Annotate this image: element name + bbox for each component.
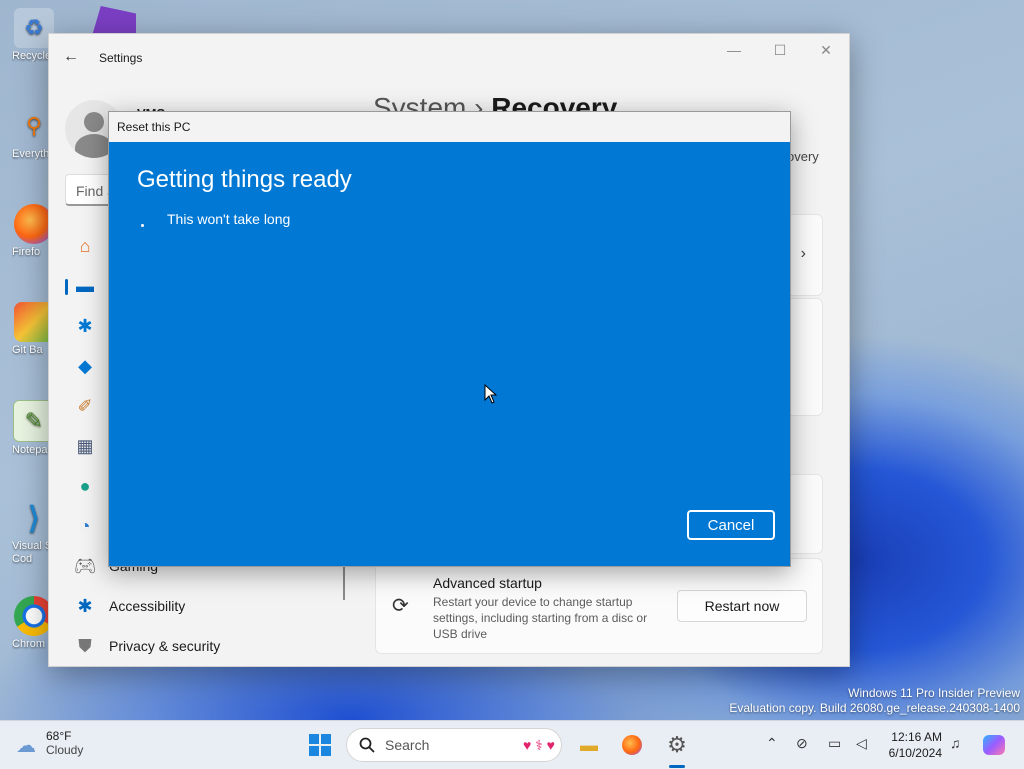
nav-item-privacy-security[interactable]: ⛊ Privacy & security: [65, 628, 305, 664]
minimize-icon[interactable]: —: [719, 42, 749, 58]
system-icon: ▬: [76, 275, 94, 296]
notification-bell-icon[interactable]: ♫: [950, 735, 961, 751]
clock-time: 12:16 AM: [891, 730, 942, 744]
reset-message: This won't take long: [167, 211, 291, 227]
apps-icon: ▦: [76, 435, 94, 456]
watermark-edition: Windows 11 Pro Insider Preview: [848, 686, 1020, 700]
network-disconnected-icon[interactable]: ⊘: [796, 735, 808, 752]
chevron-right-icon: ›: [800, 245, 806, 262]
weather-condition: Cloudy: [46, 743, 84, 757]
start-button[interactable]: [304, 729, 336, 761]
copilot-icon[interactable]: [978, 729, 1010, 761]
wifi-icon: ◆: [78, 355, 92, 376]
advanced-startup-description: Restart your device to change startup se…: [433, 595, 648, 641]
gaming-icon: 🎮︎: [73, 555, 97, 576]
bluetooth-icon: ✱: [77, 315, 93, 336]
time-language-icon: ◔: [79, 515, 91, 536]
search-label: Search: [385, 737, 430, 753]
advanced-startup-icon: ⟳: [392, 595, 409, 617]
volume-muted-icon[interactable]: ◁: [856, 735, 867, 752]
weather-widget[interactable]: ☁ 68°F Cloudy: [16, 729, 83, 758]
reset-heading: Getting things ready: [137, 166, 352, 193]
advanced-startup-title: Advanced startup: [433, 575, 542, 591]
cancel-button[interactable]: Cancel: [687, 510, 775, 540]
mouse-cursor-icon: [484, 384, 498, 404]
visual-studio-desktop-icon[interactable]: [92, 6, 136, 36]
back-arrow-icon[interactable]: ←: [63, 48, 79, 66]
display-icon[interactable]: ▭: [828, 735, 841, 752]
scrollbar[interactable]: [343, 564, 345, 600]
weather-temperature: 68°F: [46, 729, 72, 743]
watermark-build: Evaluation copy. Build 26080.ge_release.…: [729, 701, 1020, 715]
system-clock[interactable]: 12:16 AM 6/10/2024: [880, 729, 942, 761]
reset-dialog-title: Reset this PC: [117, 120, 191, 134]
shield-icon: ⛊: [78, 635, 92, 656]
taskbar: ☁ 68°F Cloudy Search ♥ ⚕ ♥ ▬ ⚙ ⌃ ⊘ ▭ ◁ 1…: [0, 720, 1024, 769]
accessibility-icon: ✱: [77, 595, 93, 616]
settings-titlebar: ← Settings — ☐ ✕: [49, 34, 849, 82]
taskbar-search[interactable]: Search ♥ ⚕ ♥: [346, 728, 562, 762]
clock-date: 6/10/2024: [888, 746, 942, 760]
chevron-up-icon[interactable]: ⌃: [766, 735, 778, 752]
nav-item-accessibility[interactable]: ✱ Accessibility: [65, 588, 305, 624]
accounts-icon: ●: [79, 475, 91, 496]
personalization-brush-icon: ✐: [77, 395, 93, 416]
search-icon: [359, 737, 375, 753]
window-title: Settings: [99, 51, 143, 65]
progress-spinner-icon: [141, 224, 144, 227]
home-icon: ⌂: [79, 235, 91, 256]
maximize-icon[interactable]: ☐: [765, 42, 795, 59]
windows-logo-icon: [309, 734, 331, 756]
cloud-icon: ☁: [16, 735, 36, 757]
settings-gear-icon[interactable]: ⚙: [661, 729, 693, 761]
firefox-taskbar-icon[interactable]: [616, 729, 648, 761]
reset-dialog-body: Getting things ready This won't take lon…: [109, 142, 790, 566]
search-highlight-hearts-icon: ♥ ⚕ ♥: [523, 736, 555, 753]
close-icon[interactable]: ✕: [811, 42, 841, 59]
reset-pc-dialog: Reset this PC Getting things ready This …: [108, 111, 791, 567]
restart-now-button[interactable]: Restart now: [677, 590, 807, 622]
reset-dialog-titlebar: Reset this PC: [109, 112, 790, 141]
file-explorer-icon[interactable]: ▬: [573, 729, 605, 761]
evaluation-watermark: Windows 11 Pro Insider Preview Evaluatio…: [729, 686, 1020, 716]
recovery-subtitle: overy: [787, 149, 819, 164]
